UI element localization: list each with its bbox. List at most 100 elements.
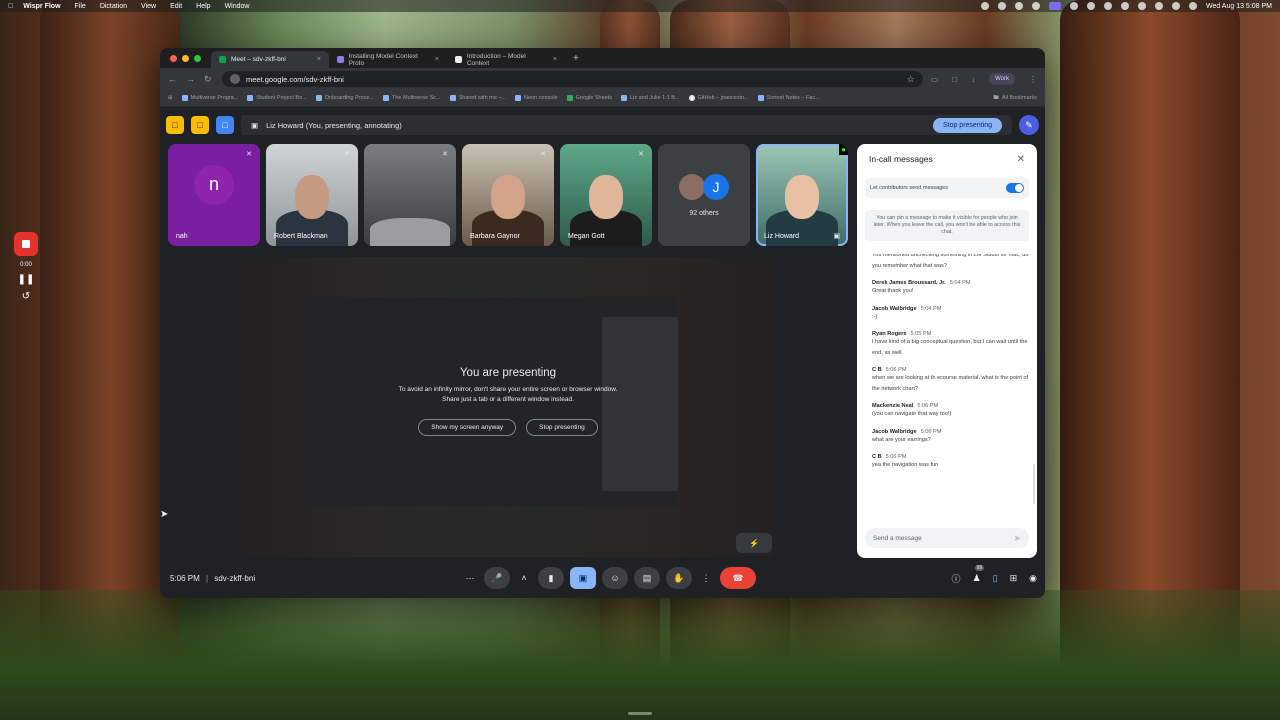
search-icon[interactable] [1171, 2, 1180, 10]
stop-presenting-button[interactable]: Stop presenting [932, 117, 1002, 133]
bookmark-item[interactable]: Neon console [514, 95, 558, 101]
bookmark-item[interactable]: The Multiverse Sc... [382, 95, 441, 101]
tray-icon[interactable] [997, 2, 1006, 10]
pin-icon[interactable]: ▣ [833, 232, 840, 240]
tray-icon[interactable] [1031, 2, 1040, 10]
app-shortcut-icon[interactable]: □ [166, 116, 184, 134]
tray-icon[interactable] [1086, 2, 1095, 10]
contributors-toggle[interactable] [1006, 183, 1024, 193]
camera-button[interactable]: ▮ [538, 567, 564, 589]
activities-icon[interactable]: ⊞ [1010, 573, 1018, 584]
tray-icon[interactable] [1103, 2, 1112, 10]
wifi-icon[interactable] [1154, 2, 1163, 10]
apple-icon[interactable]:  [8, 3, 13, 10]
menu-view[interactable]: View [141, 3, 156, 10]
more-audio-options-icon[interactable]: ⋯ [462, 567, 478, 589]
send-message-input[interactable]: Send a message ➤ [865, 528, 1029, 548]
message-scrollbar[interactable] [1033, 464, 1035, 504]
stop-recording-button[interactable] [14, 232, 38, 256]
sidebar-icon[interactable]: □ [952, 75, 957, 84]
address-bar[interactable]: meet.google.com/sdv-zkff-bni ☆ [222, 71, 923, 87]
people-icon: ♟ [972, 572, 981, 583]
menu-app-name[interactable]: Wispr Flow [23, 3, 60, 10]
tab-meet[interactable]: Meet – sdv-zkff-bni × [211, 51, 329, 68]
tray-icon[interactable] [1069, 2, 1078, 10]
zoom-window-button[interactable] [194, 55, 201, 62]
download-icon[interactable]: ↓ [971, 75, 975, 84]
stop-presenting-stage-button[interactable]: Stop presenting [526, 419, 598, 436]
bookmark-item[interactable]: Sonnet Notes – Fac... [757, 95, 820, 101]
restart-icon[interactable]: ↺ [22, 291, 30, 302]
bookmark-item[interactable]: Shared with me –... [449, 95, 506, 101]
tray-icon[interactable] [1137, 2, 1146, 10]
message-text: (you can navigate that way too!) [872, 411, 952, 417]
others-tile[interactable]: J 92 others [658, 144, 750, 246]
meeting-details-icon[interactable]: ⓘ [952, 572, 961, 585]
bookmark-star-icon[interactable]: ☆ [907, 74, 915, 85]
present-icon: ▣ [578, 572, 588, 583]
bookmark-item[interactable]: Google Sheets [566, 95, 612, 101]
bookmark-item[interactable]: Multiverse Progra... [181, 95, 238, 101]
menu-dictation[interactable]: Dictation [100, 3, 127, 10]
menu-edit[interactable]: Edit [170, 3, 182, 10]
more-menu-icon[interactable]: ⋮ [1029, 75, 1037, 84]
host-controls-icon[interactable]: ◉ [1029, 573, 1037, 584]
site-info-icon[interactable] [230, 74, 240, 84]
bookmark-icon [514, 95, 521, 101]
participant-tile[interactable]: ✕ Megan Gott [560, 144, 652, 246]
bookmark-item[interactable]: Liz and Julie 1:1 B... [621, 95, 680, 101]
minimize-window-button[interactable] [182, 55, 189, 62]
back-icon[interactable]: ← [168, 74, 178, 84]
bookmark-item[interactable]: Onboarding Proce... [315, 95, 374, 101]
people-button[interactable]: 99 ♟ [972, 564, 985, 584]
new-tab-button[interactable]: + [565, 53, 587, 68]
menu-file[interactable]: File [75, 3, 86, 10]
all-bookmarks-button[interactable]: 🖿 All Bookmarks [993, 94, 1037, 103]
annotate-pen-button[interactable]: ✎ [1019, 115, 1039, 135]
microphone-button[interactable]: 🎤 [484, 567, 510, 589]
participant-tile[interactable]: n ✕ nah [168, 144, 260, 246]
control-center-icon[interactable] [1188, 2, 1197, 10]
menu-help[interactable]: Help [196, 3, 210, 10]
tab-introduction-mcp[interactable]: Introduction – Model Context × [447, 51, 565, 68]
forward-icon[interactable]: → [186, 74, 196, 84]
send-icon[interactable]: ➤ [1013, 533, 1021, 544]
menu-window[interactable]: Window [225, 3, 250, 10]
show-screen-anyway-button[interactable]: Show my screen anyway [418, 419, 517, 436]
leave-call-button[interactable]: ☎ [720, 567, 756, 589]
bookmark-item[interactable]: GitHub – joaocesin... [688, 95, 749, 101]
close-window-button[interactable] [170, 55, 177, 62]
tab-installing-mcp[interactable]: Installing Model Context Proto × [329, 51, 447, 68]
more-options-icon[interactable]: ⋮ [698, 567, 714, 589]
tray-icon[interactable] [1014, 2, 1023, 10]
participant-tile[interactable]: ✕ Robert Blackman [266, 144, 358, 246]
tray-icon[interactable] [980, 2, 989, 10]
close-tab-icon[interactable]: × [553, 56, 557, 63]
message-list[interactable]: You mentioned unchecking something in LM… [872, 254, 1029, 509]
camera-options-chevron-icon[interactable]: ˄ [516, 567, 532, 589]
app-shortcut-icon[interactable]: □ [191, 116, 209, 134]
close-tab-icon[interactable]: × [435, 56, 439, 63]
present-screen-button[interactable]: ▣ [570, 567, 596, 589]
app-shortcut-icon[interactable]: □ [216, 116, 234, 134]
window-handle[interactable] [628, 712, 652, 715]
visual-effects-button[interactable]: ⚡ [736, 533, 772, 553]
close-icon[interactable]: ✕ [1017, 154, 1025, 165]
menu-clock[interactable]: Wed Aug 13 5:08 PM [1206, 3, 1272, 10]
raise-hand-button[interactable]: ✋ [666, 567, 692, 589]
self-tile[interactable]: ● Liz Howard ▣ [756, 144, 848, 246]
extensions-icon[interactable]: ▭ [931, 75, 939, 84]
apps-grid-icon[interactable]: ⊞ [168, 95, 173, 101]
captions-button[interactable]: ▤ [634, 567, 660, 589]
participant-tile[interactable]: ✕ Barbara Gaynor [462, 144, 554, 246]
chat-icon[interactable]: ▯ [993, 573, 998, 584]
reload-icon[interactable]: ↻ [204, 74, 214, 85]
participant-tile[interactable]: ✕ [364, 144, 456, 246]
close-tab-icon[interactable]: × [317, 56, 321, 63]
bookmark-item[interactable]: Student Project Bo... [247, 95, 307, 101]
pause-icon[interactable]: ❚❚ [18, 274, 35, 285]
tray-icon[interactable] [1120, 2, 1129, 10]
reactions-button[interactable]: ☺ [602, 567, 628, 589]
screen-share-tray-icon[interactable] [1048, 2, 1061, 10]
profile-button[interactable]: Work [989, 73, 1015, 85]
